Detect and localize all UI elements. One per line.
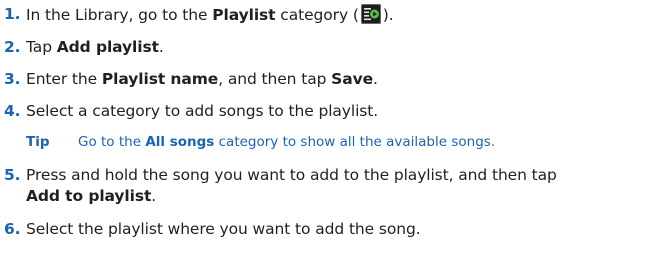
step-number: 4. bbox=[4, 102, 21, 120]
step-number: 2. bbox=[4, 38, 21, 56]
step-text: Select the playlist where you want to ad… bbox=[26, 220, 421, 238]
step-number: 3. bbox=[4, 70, 21, 88]
step-text: Select a category to add songs to the pl… bbox=[26, 102, 379, 120]
step-number: 6. bbox=[4, 220, 21, 238]
step-number: 1. bbox=[4, 5, 21, 23]
step-5-continuation: Add to playlist. bbox=[26, 187, 157, 205]
step-text: In the Library, go to the Playlist categ… bbox=[26, 4, 394, 24]
tip-note: Tip Go to the All songs category to show … bbox=[26, 134, 496, 150]
step-text: Press and hold the song you want to add … bbox=[26, 166, 557, 184]
step-number: 5. bbox=[4, 166, 21, 184]
tip-label: Tip bbox=[26, 134, 50, 150]
step-text: Enter the Playlist name, and then tap Sa… bbox=[26, 70, 378, 88]
instruction-list: 1. In the Library, go to the Playlist ca… bbox=[0, 0, 645, 254]
playlist-category-icon bbox=[360, 4, 381, 24]
step-text: Tap Add playlist. bbox=[26, 38, 164, 56]
